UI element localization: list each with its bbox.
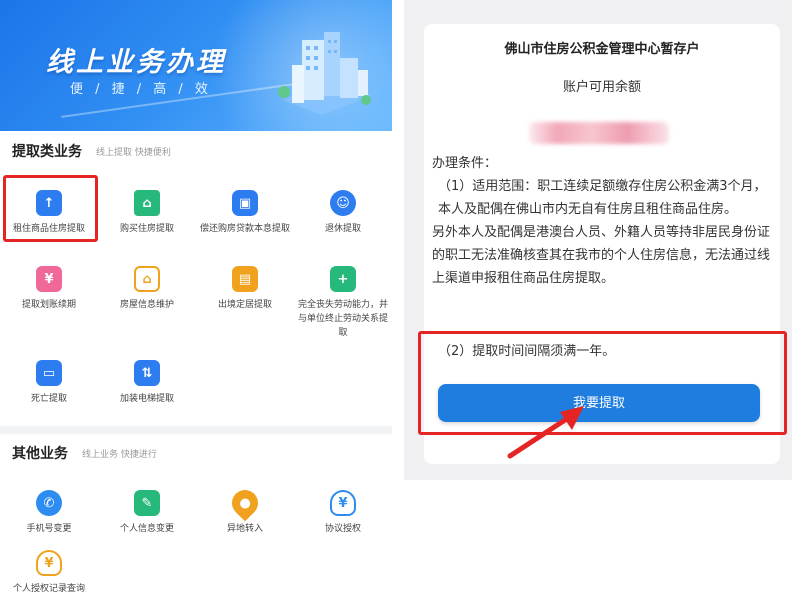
- retiree-icon: ☺: [330, 190, 356, 216]
- service-item-label: 完全丧失劳动能力，并与单位终止劳动关系提取: [297, 300, 388, 338]
- service-item-info-change[interactable]: ✎ 个人信息变更: [98, 490, 196, 536]
- house-outline-icon: ⌂: [134, 266, 160, 292]
- service-item-label: 个人信息变更: [119, 524, 174, 534]
- service-item-label: 加装电梯提取: [119, 394, 174, 404]
- service-item-label: 异地转入: [226, 524, 263, 534]
- document-icon: ▭: [36, 360, 62, 386]
- card-title: 佛山市住房公积金管理中心暂存户: [504, 42, 700, 57]
- medical-doc-icon: +: [330, 266, 356, 292]
- service-item-label: 提取划账续期: [21, 300, 76, 310]
- service-item-label: 退休提取: [324, 224, 361, 234]
- location-pin-icon: ●: [226, 484, 264, 522]
- service-item-emigrate-withdraw[interactable]: ▤ 出境定居提取: [196, 266, 294, 312]
- phone-icon: ✆: [36, 490, 62, 516]
- conditions-block: 办理条件： （1）适用范围：职工连续足额缴存住房公积金满3个月，本人及配偶在佛山…: [432, 152, 778, 290]
- service-item-retire-withdraw[interactable]: ☺ 退休提取: [294, 190, 392, 236]
- service-item-loan-repay-withdraw[interactable]: ▣ 偿还购房贷款本息提取: [196, 190, 294, 236]
- condition-1: （1）适用范围：职工连续足额缴存住房公积金满3个月，本人及配偶在佛山市内无自有住…: [438, 179, 767, 217]
- service-item-death-withdraw[interactable]: ▭ 死亡提取: [0, 360, 98, 406]
- yuan-card-icon: ¥: [36, 266, 62, 292]
- highlight-box-rent-withdraw: [3, 175, 98, 242]
- wallet-icon: ▣: [232, 190, 258, 216]
- service-item-elevator-withdraw[interactable]: ⇅ 加装电梯提取: [98, 360, 196, 406]
- edit-icon: ✎: [134, 490, 160, 516]
- arrow-pointer-icon: [507, 406, 584, 459]
- service-item-house-info[interactable]: ⌂ 房屋信息维护: [98, 266, 196, 312]
- balance-value-redacted: [529, 122, 669, 144]
- service-item-label: 个人授权记录查询: [12, 584, 85, 594]
- service-item-label: 房屋信息维护: [119, 300, 174, 310]
- balance-label: 账户可用余额: [562, 80, 641, 95]
- other-section-subtitle: 线上业务 快捷进行: [82, 449, 157, 460]
- yuan-bag-icon: ¥: [36, 550, 62, 576]
- service-item-phone-change[interactable]: ✆ 手机号变更: [0, 490, 98, 536]
- highlight-box-submit: [418, 331, 787, 435]
- conditions-title: 办理条件：: [432, 156, 498, 171]
- service-item-label: 协议授权: [324, 524, 361, 534]
- withdraw-section-title: 提取类业务: [12, 144, 82, 160]
- house-up-arrow-icon: ⌂: [134, 190, 160, 216]
- other-section-header: 其他业务 线上业务 快捷进行: [0, 436, 392, 470]
- service-item-label: 手机号变更: [26, 524, 72, 534]
- banner-title: 线上业务办理: [46, 47, 226, 78]
- elevator-icon: ⇅: [134, 360, 160, 386]
- city-buildings-icon: [278, 32, 372, 115]
- service-item-auth-record-query[interactable]: ¥ 个人授权记录查询: [0, 550, 98, 596]
- passport-icon: ▤: [232, 266, 258, 292]
- condition-1b: 另外本人及配偶是港澳台人员、外籍人员等持非居民身份证的职工无法准确核查其在我市的…: [432, 225, 771, 286]
- service-item-disability-withdraw[interactable]: + 完全丧失劳动能力，并与单位终止劳动关系提取: [294, 266, 392, 340]
- withdraw-section-subtitle: 线上提取 快捷便利: [96, 147, 171, 158]
- service-item-label: 偿还购房贷款本息提取: [199, 224, 290, 234]
- service-item-label: 死亡提取: [30, 394, 67, 404]
- banner: 线上业务办理 便 / 捷 / 高 / 效: [0, 0, 392, 131]
- other-section-title: 其他业务: [12, 446, 68, 462]
- withdraw-section-header: 提取类业务 线上提取 快捷便利: [0, 134, 392, 168]
- service-item-agreement-auth[interactable]: ¥ 协议授权: [294, 490, 392, 536]
- service-item-label: 出境定居提取: [217, 300, 272, 310]
- left-panel: 线上业务办理 便 / 捷 / 高 / 效 提取类业务 线上提取 快捷便利 ↑ 租…: [0, 0, 392, 606]
- service-item-buy-house-withdraw[interactable]: ⌂ 购买住房提取: [98, 190, 196, 236]
- service-item-label: 购买住房提取: [119, 224, 174, 234]
- banner-subtitle: 便 / 捷 / 高 / 效: [70, 82, 212, 97]
- service-item-remote-transfer[interactable]: ● 异地转入: [196, 484, 294, 536]
- section-divider: [0, 426, 392, 434]
- service-item-transfer-renew[interactable]: ¥ 提取划账续期: [0, 266, 98, 312]
- money-bag-icon: ¥: [330, 490, 356, 516]
